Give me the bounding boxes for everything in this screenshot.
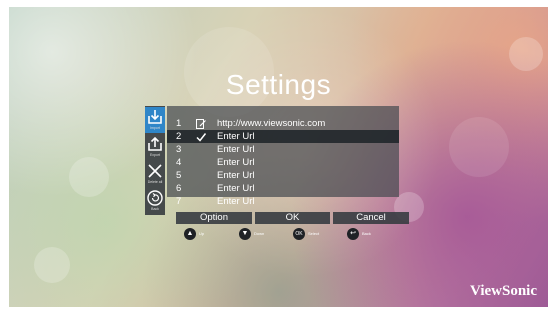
list-item[interactable]: 1 http://www.viewsonic.com bbox=[167, 117, 399, 130]
row-number: 3 bbox=[176, 144, 182, 155]
import-icon bbox=[148, 110, 162, 124]
desktop-background: Settings Import Export Delete all Back 1… bbox=[9, 7, 548, 307]
sidebar-item-label: Import bbox=[150, 126, 160, 130]
row-number: 5 bbox=[176, 170, 182, 181]
edit-icon bbox=[195, 117, 209, 130]
url-value: http://www.viewsonic.com bbox=[217, 118, 326, 129]
checkmark-icon bbox=[195, 130, 209, 143]
cancel-button[interactable]: Cancel bbox=[333, 212, 409, 224]
back-icon bbox=[147, 190, 163, 206]
url-value: Enter Url bbox=[217, 157, 255, 168]
url-list: 1 http://www.viewsonic.com 2 Enter Url 3… bbox=[167, 106, 399, 207]
sidebar-item-import[interactable]: Import bbox=[145, 107, 165, 133]
row-number: 6 bbox=[176, 183, 182, 194]
row-number: 4 bbox=[176, 157, 182, 168]
bokeh-light bbox=[449, 117, 509, 177]
hint-label: Up bbox=[199, 231, 205, 236]
list-item[interactable]: 5 Enter Url bbox=[167, 169, 399, 182]
settings-panel: Import Export Delete all Back 1 http://w… bbox=[145, 106, 409, 224]
list-item[interactable]: 2 Enter Url bbox=[167, 130, 399, 143]
sidebar: Import Export Delete all Back bbox=[145, 106, 165, 215]
url-value: Enter Url bbox=[217, 183, 255, 194]
row-number: 7 bbox=[176, 196, 182, 207]
sidebar-item-label: Delete all bbox=[147, 180, 163, 184]
ok-key-icon: OK bbox=[293, 228, 305, 240]
row-number: 2 bbox=[176, 131, 182, 142]
bokeh-light bbox=[34, 247, 70, 283]
sidebar-item-label: Back bbox=[151, 207, 159, 211]
sidebar-item-export[interactable]: Export bbox=[145, 134, 165, 160]
sidebar-item-label: Export bbox=[149, 153, 161, 157]
page-title: Settings bbox=[225, 69, 332, 100]
url-value: Enter Url bbox=[217, 196, 255, 207]
brand-logo: ViewSonic bbox=[470, 283, 537, 299]
bokeh-light bbox=[509, 37, 543, 71]
down-arrow-icon: ▼ bbox=[239, 228, 251, 240]
url-value: Enter Url bbox=[217, 144, 255, 155]
hint-label: Down bbox=[254, 231, 265, 236]
url-value: Enter Url bbox=[217, 131, 255, 142]
list-item[interactable]: 4 Enter Url bbox=[167, 156, 399, 169]
sidebar-item-back[interactable]: Back bbox=[145, 188, 165, 214]
ok-button[interactable]: OK bbox=[255, 212, 330, 224]
list-item[interactable]: 6 Enter Url bbox=[167, 182, 399, 195]
hint-label: Select bbox=[308, 231, 320, 236]
bokeh-light bbox=[69, 157, 109, 197]
row-number: 1 bbox=[176, 118, 182, 129]
return-icon: ↩ bbox=[347, 228, 359, 240]
url-value: Enter Url bbox=[217, 170, 255, 181]
list-item[interactable]: 7 Enter Url bbox=[167, 195, 399, 207]
option-button[interactable]: Option bbox=[176, 212, 252, 224]
hint-label: Back bbox=[362, 231, 371, 236]
sidebar-item-delete-all[interactable]: Delete all bbox=[145, 161, 165, 187]
up-arrow-icon: ▲ bbox=[184, 228, 196, 240]
export-icon bbox=[148, 136, 162, 151]
list-item[interactable]: 3 Enter Url bbox=[167, 143, 399, 156]
delete-all-icon bbox=[148, 164, 162, 178]
